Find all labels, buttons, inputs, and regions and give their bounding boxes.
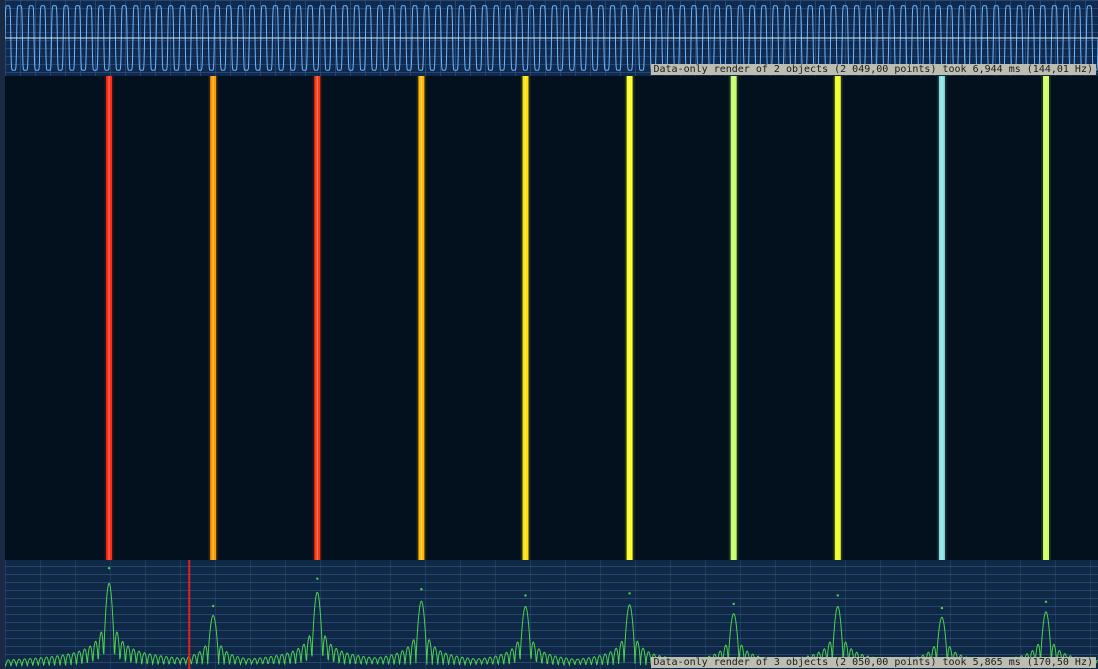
spectrum-peak-point [836,594,839,597]
spectrum-peak-point [940,606,944,610]
spectrogram-peak-core [733,76,735,560]
spectrum-panel[interactable]: Data-only render of 3 objects (2 050,00 … [5,560,1098,669]
spectrogram-peak-core [941,76,943,560]
spectrum-peak-point [732,602,735,606]
spectrogram-chart[interactable] [5,76,1098,560]
spectrogram-peak-core [108,76,110,560]
spectrogram-background [5,76,1098,560]
spectrogram-peak-core [316,76,318,560]
spectrogram-peak-core [629,76,631,560]
spectrogram-peak-core [1045,76,1047,560]
spectrogram-panel[interactable] [5,76,1098,560]
spectrum-peak-point [420,588,423,591]
spectrum-peak-point [316,577,319,580]
spectrum-peak-point [1044,600,1048,603]
spectrum-peak-point [628,592,631,595]
oscilloscope-panel[interactable]: Data-only render of 2 objects (2 049,00 … [5,0,1098,76]
spectrum-render-status: Data-only render of 3 objects (2 050,00 … [650,657,1096,668]
spectrogram-peak-core [212,76,214,560]
spectrogram-peak-core [420,76,422,560]
spectrum-peak-point [107,567,111,570]
spectrum-peak-point [524,594,527,597]
oscilloscope-render-status: Data-only render of 2 objects (2 049,00 … [650,64,1096,75]
spectrum-peak-point [212,604,215,608]
spectrogram-peak-core [524,76,527,560]
signal-analyzer-window: Data-only render of 2 objects (2 049,00 … [0,0,1098,669]
spectrum-chart[interactable] [5,560,1098,669]
spectrogram-peak-core [837,76,839,560]
